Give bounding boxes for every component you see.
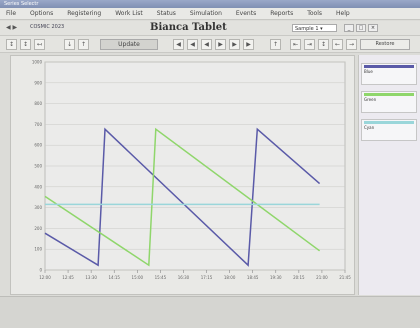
chart-panel: 1000 900 800 700 600 500 400 300 200 100 0 12:00 12:… [10, 55, 355, 295]
status-bar [0, 296, 420, 328]
x-tick-label: 21:45 [339, 275, 351, 280]
close-button[interactable]: × [368, 24, 378, 32]
y-tick-label: 100 [34, 247, 42, 252]
maximize-button[interactable]: □ [356, 24, 366, 32]
step-forward-button[interactable]: ▶ [215, 39, 226, 50]
menu-worklist[interactable]: Work List [115, 10, 143, 17]
legend-swatch-cyan [364, 121, 414, 124]
x-tick-label: 17:15 [201, 275, 213, 280]
legend-card-cyan[interactable]: Cyan [361, 119, 417, 141]
session-label: COSMIC 2023 [30, 24, 65, 30]
x-tick-label: 13:30 [85, 275, 97, 280]
legend-card-blue[interactable]: Blue [361, 63, 417, 85]
tool-button[interactable]: ↓ [64, 39, 75, 50]
y-tick-label: 600 [34, 143, 42, 148]
menu-bar: File Options Registering Work List Statu… [0, 8, 420, 20]
legend-label: Cyan [364, 125, 375, 130]
y-tick-label: 500 [34, 164, 42, 169]
header-bar: ◀ ▶ COSMIC 2023 Bianca Tablet Sample 1 ▾… [0, 21, 420, 36]
menu-options[interactable]: Options [30, 10, 53, 17]
legend-label: Green [364, 97, 377, 102]
step-forward-button[interactable]: ▶ [229, 39, 240, 50]
legend-label: Blue [364, 69, 373, 74]
step-back-button[interactable]: ◀ [173, 39, 184, 50]
step-back-button[interactable]: ◀ [201, 39, 212, 50]
x-tick-label: 15:00 [132, 275, 144, 280]
tool-button[interactable]: → [346, 39, 357, 50]
line-chart[interactable]: 1000900800700600500400300200100012:00 12:… [11, 56, 356, 296]
menu-help[interactable]: Help [336, 10, 350, 17]
tool-button[interactable]: ↕ [6, 39, 17, 50]
step-forward-button[interactable]: ▶ [243, 39, 254, 50]
step-back-button[interactable]: ◀ [187, 39, 198, 50]
legend-swatch-green [364, 93, 414, 96]
window-buttons: _ □ × [344, 24, 378, 32]
y-tick-label: 700 [34, 122, 42, 127]
menu-tools[interactable]: Tools [307, 10, 322, 17]
x-tick-label: 12:45 [62, 275, 74, 280]
tool-button[interactable]: ↕ [318, 39, 329, 50]
y-tick-label: 400 [34, 184, 42, 189]
y-tick-label: 200 [34, 226, 42, 231]
tool-button[interactable]: ↕ [20, 39, 31, 50]
update-button[interactable]: Update [100, 39, 158, 50]
menu-reports[interactable]: Reports [270, 10, 293, 17]
menu-events[interactable]: Events [236, 10, 256, 17]
tool-button[interactable]: ⇤ [290, 39, 301, 50]
y-tick-label: 800 [34, 101, 42, 106]
x-tick-label: 18:45 [247, 275, 259, 280]
toolbar: ↕ ↕ ↤ ↓ ↑ Update ◀ ◀ ◀ ▶ ▶ ▶ ↑ ⇤ ⇥ ↕ ← →… [0, 36, 420, 53]
tool-button[interactable]: ↤ [34, 39, 45, 50]
page-title: Bianca Tablet [150, 22, 227, 33]
x-tick-label: 14:15 [108, 275, 120, 280]
menu-file[interactable]: File [6, 10, 16, 17]
x-tick-label: 21:00 [316, 275, 328, 280]
x-tick-label: 18:00 [224, 275, 236, 280]
legend-card-green[interactable]: Green [361, 91, 417, 113]
restore-button[interactable]: Restore [360, 39, 410, 50]
x-tick-label: 12:00 [39, 275, 51, 280]
window-title: Series Selectr [4, 1, 39, 7]
menu-registering[interactable]: Registering [67, 10, 101, 17]
x-tick-label: 19:30 [270, 275, 282, 280]
menu-simulation[interactable]: Simulation [190, 10, 222, 17]
title-bar: Series Selectr [0, 0, 420, 8]
nav-arrows[interactable]: ◀ ▶ [6, 24, 17, 31]
menu-status[interactable]: Status [157, 10, 176, 17]
y-tick-label: 300 [34, 205, 42, 210]
sample-select[interactable]: Sample 1 ▾ [292, 24, 337, 32]
y-tick-label: 1000 [32, 60, 43, 65]
x-tick-label: 15:45 [155, 275, 167, 280]
y-tick-label: 0 [39, 268, 42, 273]
legend-swatch-blue [364, 65, 414, 68]
tool-button[interactable]: ⇥ [304, 39, 315, 50]
tool-button[interactable]: ← [332, 39, 343, 50]
side-panel: Blue Green Cyan [358, 55, 420, 295]
x-tick-label: 20:15 [293, 275, 305, 280]
tool-button[interactable]: ↑ [78, 39, 89, 50]
x-tick-label: 16:30 [178, 275, 190, 280]
y-tick-label: 900 [34, 80, 42, 85]
minimize-button[interactable]: _ [344, 24, 354, 32]
tool-button[interactable]: ↑ [270, 39, 281, 50]
